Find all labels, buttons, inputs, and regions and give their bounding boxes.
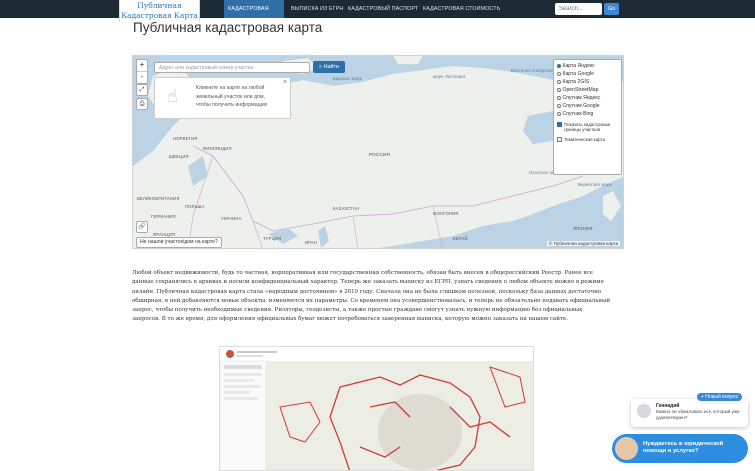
map-label-iran: ИРАН [305,240,318,245]
layer-option[interactable]: Карта 2GIS [557,78,618,86]
map-label-finland: ФИНЛЯНДИЯ [203,146,232,151]
layer-option[interactable]: Спутник Google [557,102,618,110]
legal-help-chat-button[interactable]: Нуждаетесь в юридической помощи и услуга… [612,434,748,463]
map-label-uk: ВЕЛИКОБРИТАНИЯ [137,196,180,201]
map-find-label: Найти [323,64,339,70]
layer-option[interactable]: Спутник Яндекс [557,94,618,102]
agent-avatar [637,404,651,418]
map-layer-list: Карта Яндекс Карта Google Карта 2GIS OpenSt… [557,62,618,118]
map-find-button[interactable]: ⌕ Найти [313,61,345,73]
layer-option-label: Карта Google [562,71,594,77]
consultant-avatar [615,437,638,460]
nav-item-egrn-extract[interactable]: ВЫПИСКА ИЗ ЕГРН [291,0,343,18]
layer-option-label: OpenStreetMap [562,87,599,93]
map-screenshot-image [220,347,533,470]
radio-button[interactable] [557,111,561,116]
map-label-sweden: ШВЕЦИЯ [169,154,189,159]
map-layers-panel: Карта Яндекс Карта Google Карта 2GIS OpenSt… [553,59,622,175]
layer-option-label: Спутник Bing [562,111,594,117]
layer-option-label: Спутник Google [562,103,600,109]
zoom-out-button[interactable]: - [137,71,147,83]
chat-message-card[interactable]: Геннадий Можно ли обжаловать иск, которы… [631,399,748,427]
map-label-turkey: ТУРЦИЯ [263,236,282,241]
pointer-hand-icon: ☝ [167,86,178,107]
zoom-in-button[interactable]: + [137,60,147,71]
checkbox-box[interactable] [557,122,562,127]
layer-option[interactable]: Спутник Bing [557,110,618,118]
map-hint-text: Кликните на карте на любой земельный уча… [196,85,268,108]
radio-button[interactable] [557,71,561,76]
layer-option-label: Спутник Яндекс [562,95,601,101]
map-label-mongolia: МОНГОЛИЯ [433,211,459,216]
page-title: Публичная кадастровая карта [133,20,323,35]
legal-help-text: Нуждаетесь в юридической помощи и услуга… [643,441,724,455]
map-label-norway: НОРВЕГИЯ [173,136,198,141]
map-label-germany: ГЕРМАНИЯ [151,214,176,219]
layer-option-label: Карта Яндекс [562,63,595,69]
radio-button[interactable] [557,87,561,92]
layer-option[interactable]: OpenStreetMap [557,86,618,94]
link-icon[interactable]: 🔗 [136,221,148,233]
nav-item-cadastral-value[interactable]: КАДАСТРОВАЯ СТОИМОСТЬ [423,0,500,18]
map-attribution: © Публичная кадастровая карта [546,241,620,246]
checkbox-label: Показать кадастровые границы участков [564,122,611,133]
measure-ruler-icon[interactable]: ⤢ [136,84,148,96]
radio-button[interactable] [557,79,561,84]
close-icon[interactable]: × [283,79,287,86]
map-label-laptev-sea: море Лаптевых [433,74,466,79]
checkbox-cadastral-borders[interactable]: Показать кадастровые границы участков [557,122,618,132]
radio-button[interactable] [557,63,561,68]
nav-search-input[interactable] [555,3,602,15]
map-label-kara-sea: Карское море [333,76,363,81]
checkbox-label: Тематическая карта [564,137,605,143]
article-paragraph: Любой объект недвижимости, будь то частн… [132,270,610,323]
map-label-japan: ЯПОНИЯ [573,226,593,231]
map-label-kazakhstan: КАЗАХСТАН [333,206,360,211]
radio-button[interactable] [557,95,561,100]
layer-option-label: Карта 2GIS [562,79,590,85]
search-icon: ⌕ [319,64,323,70]
layer-option[interactable]: Карта Яндекс [557,62,618,70]
cadastral-map[interactable]: Баренцево море Карское море море Лаптевы… [132,55,624,249]
map-search-input[interactable]: Адрес или кадастровый номер участка [154,62,310,73]
nav-item-cadastral-passport[interactable]: КАДАСТРОВЫЙ ПАСПОРТ [348,0,418,18]
not-found-button[interactable]: Не нашли участок/дом на карте? [136,237,222,248]
layer-option[interactable]: Карта Google [557,70,618,78]
nav-item-cadastral-map[interactable]: КАДАСТРОВАЯ КАРТА [224,0,284,30]
radio-button[interactable] [557,103,561,108]
map-label-bering-sea: Берингово море [578,182,613,187]
zoom-control: + - [136,59,148,84]
map-label-russia: РОССИЯ [369,152,390,157]
map-label-ukraine: УКРАИНА [221,216,242,221]
map-label-poland: ПОЛЬША [185,204,205,209]
nav-search-button[interactable]: Go [604,3,619,15]
article-map-screenshot [219,346,534,471]
checkbox-thematic-map[interactable]: Тематическая карта [557,137,618,142]
map-hint-popup: ☝ Кликните на карте на любой земельный у… [154,77,291,119]
print-icon[interactable]: ⎙ [136,98,148,110]
checkbox-box[interactable] [557,137,562,142]
brand-logo-link[interactable]: Публичная Кадастровая Карта [119,0,200,22]
map-label-china: КИТАЙ [453,236,468,241]
new-question-button[interactable]: + Новый вопрос [697,393,743,401]
agent-message: Можно ли обжаловать иск, который уже удо… [656,409,740,420]
